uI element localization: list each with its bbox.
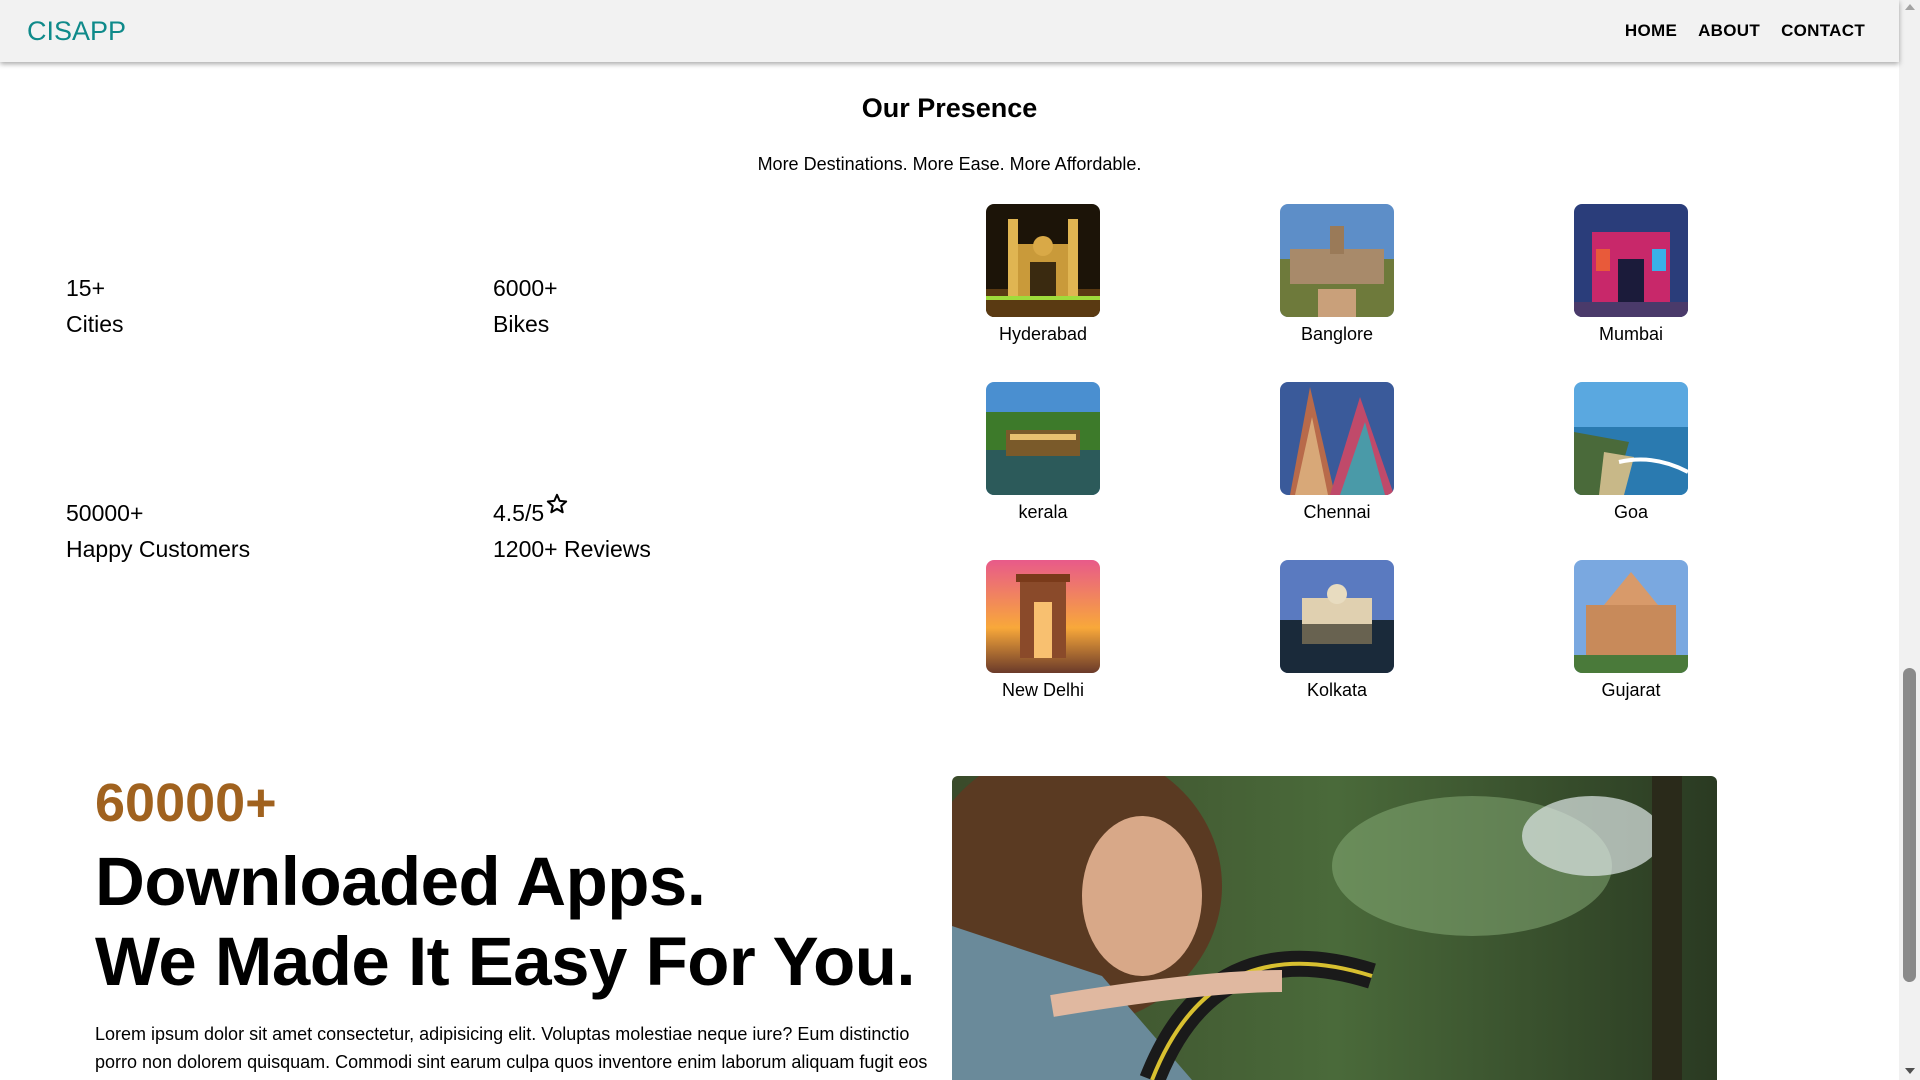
star-icon bbox=[546, 489, 568, 525]
stat-label: Happy Customers bbox=[66, 536, 251, 562]
hero-description: Lorem ipsum dolor sit amet consectetur, … bbox=[95, 1024, 928, 1072]
scrollbar-thumb[interactable] bbox=[1903, 668, 1916, 982]
download-count: 60000+ bbox=[95, 773, 277, 833]
city-card-mumbai[interactable]: Mumbai bbox=[1531, 204, 1731, 345]
city-name: Banglore bbox=[1300, 324, 1374, 344]
stat-value: 50000+ bbox=[66, 500, 144, 526]
top-navbar: CISAPP HOME ABOUT CONTACT bbox=[0, 0, 1899, 62]
city-card-gujarat[interactable]: Gujarat bbox=[1531, 560, 1731, 701]
kolkata-image bbox=[1280, 560, 1394, 673]
hero-heading-line-1: Downloaded Apps. bbox=[95, 843, 706, 920]
city-name: Mumbai bbox=[1598, 324, 1664, 344]
section-subtitle: More Destinations. More Ease. More Affor… bbox=[757, 154, 1142, 174]
city-card-banglore[interactable]: Banglore bbox=[1237, 204, 1437, 345]
stat-value: 15+ bbox=[66, 275, 106, 301]
scroll-down-arrow-icon[interactable] bbox=[1905, 1068, 1915, 1074]
city-name: Gujarat bbox=[1601, 680, 1661, 700]
hero-heading-line-2: We Made It Easy For You. bbox=[95, 923, 916, 1000]
chennai-image bbox=[1280, 382, 1394, 495]
nav-home-link[interactable]: HOME bbox=[1625, 21, 1677, 41]
city-name: Goa bbox=[1613, 502, 1649, 522]
stat-customers: 50000+ Happy Customers bbox=[66, 495, 250, 567]
banglore-image bbox=[1280, 204, 1394, 317]
city-name: kerala bbox=[1018, 502, 1068, 522]
stat-label: Cities bbox=[66, 311, 124, 337]
nav-links: HOME ABOUT CONTACT bbox=[1625, 21, 1865, 41]
gujarat-image bbox=[1574, 560, 1688, 673]
city-card-hyderabad[interactable]: Hyderabad bbox=[943, 204, 1143, 345]
city-card-chennai[interactable]: Chennai bbox=[1237, 382, 1437, 523]
stat-cities: 15+ Cities bbox=[66, 270, 124, 342]
stat-rating-row: 4.5/5 bbox=[493, 493, 651, 531]
city-card-goa[interactable]: Goa bbox=[1531, 382, 1731, 523]
city-card-kolkata[interactable]: Kolkata bbox=[1237, 560, 1437, 701]
stat-label: Bikes bbox=[493, 311, 550, 337]
stat-value: 6000+ bbox=[493, 275, 558, 301]
stat-bikes: 6000+ Bikes bbox=[493, 270, 558, 342]
section-title: Our Presence bbox=[861, 93, 1038, 123]
new-delhi-image bbox=[986, 560, 1100, 673]
stat-value: 4.5/5 bbox=[493, 500, 545, 526]
kerala-image bbox=[986, 382, 1100, 495]
stat-rating: 4.5/5 1200+ Reviews bbox=[493, 493, 651, 567]
goa-image bbox=[1574, 382, 1688, 495]
stat-label: 1200+ Reviews bbox=[493, 536, 651, 562]
nav-contact-link[interactable]: CONTACT bbox=[1781, 21, 1865, 41]
city-name: Hyderabad bbox=[998, 324, 1088, 344]
city-card-new-delhi[interactable]: New Delhi bbox=[943, 560, 1143, 701]
city-card-kerala[interactable]: kerala bbox=[943, 382, 1143, 523]
city-name: Kolkata bbox=[1306, 680, 1368, 700]
city-name: Chennai bbox=[1303, 502, 1371, 522]
hyderabad-image bbox=[986, 204, 1100, 317]
nav-about-link[interactable]: ABOUT bbox=[1698, 21, 1760, 41]
city-name: New Delhi bbox=[1001, 680, 1085, 700]
page-scrollbar[interactable] bbox=[1899, 0, 1920, 1080]
brand-logo[interactable]: CISAPP bbox=[27, 16, 126, 47]
scroll-up-arrow-icon[interactable] bbox=[1905, 4, 1915, 10]
mumbai-image bbox=[1574, 204, 1688, 317]
bike-repair-photo bbox=[952, 776, 1717, 1080]
